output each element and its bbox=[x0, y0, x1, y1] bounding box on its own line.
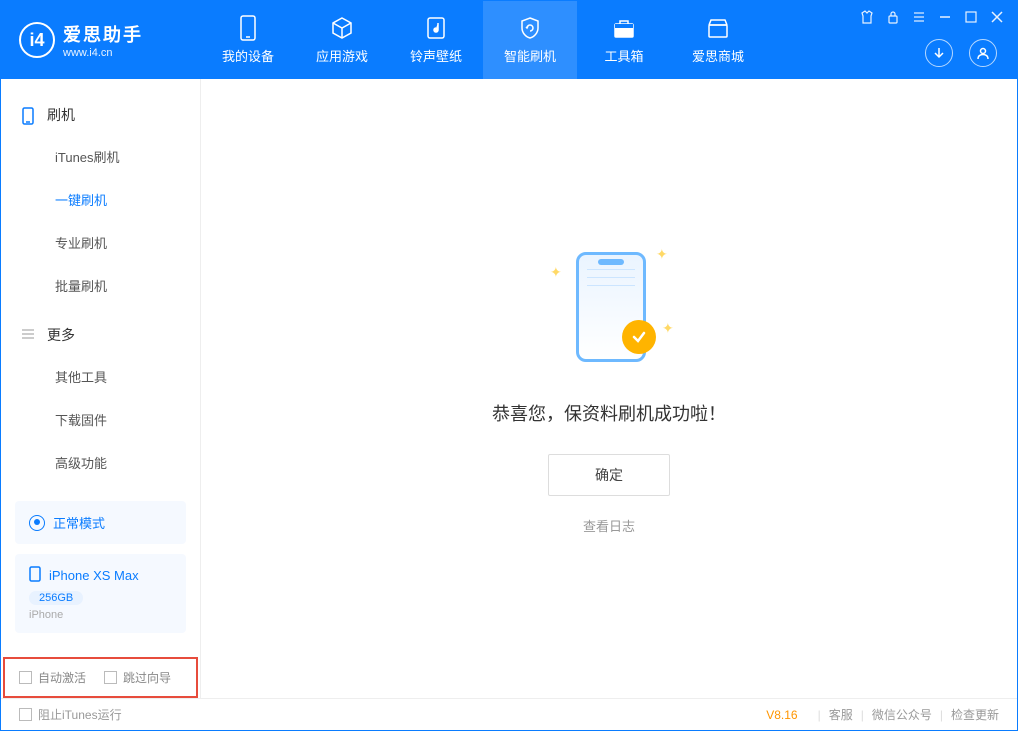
app-logo-icon: i4 bbox=[19, 22, 55, 58]
sidebar-item-itunes-flash[interactable]: iTunes刷机 bbox=[1, 135, 200, 178]
nav-store[interactable]: 爱思商城 bbox=[671, 1, 765, 79]
checkbox-auto-activate[interactable]: 自动激活 bbox=[19, 669, 86, 686]
music-file-icon bbox=[424, 16, 448, 40]
check-badge-icon bbox=[622, 320, 656, 354]
success-illustration: ✦ ✦ ✦ bbox=[544, 242, 674, 372]
user-button[interactable] bbox=[969, 39, 997, 67]
nav-label: 我的设备 bbox=[222, 46, 274, 65]
device-mode-card[interactable]: 正常模式 bbox=[15, 501, 186, 544]
status-bar: 阻止iTunes运行 V8.16 | 客服 | 微信公众号 | 检查更新 bbox=[1, 698, 1017, 730]
section-title: 刷机 bbox=[47, 105, 75, 125]
list-icon bbox=[21, 327, 37, 343]
nav-ringtones-wallpapers[interactable]: 铃声壁纸 bbox=[389, 1, 483, 79]
nav-label: 智能刷机 bbox=[504, 46, 556, 65]
window-controls bbox=[859, 9, 1005, 25]
cube-icon bbox=[330, 16, 354, 40]
success-message: 恭喜您，保资料刷机成功啦！ bbox=[492, 400, 726, 426]
nav-smart-flash[interactable]: 智能刷机 bbox=[483, 1, 577, 79]
device-name: iPhone XS Max bbox=[49, 568, 139, 583]
checkbox-skip-guide[interactable]: 跳过向导 bbox=[104, 669, 171, 686]
maximize-button[interactable] bbox=[963, 9, 979, 25]
sparkle-icon: ✦ bbox=[662, 320, 670, 328]
device-icon bbox=[236, 16, 260, 40]
nav-label: 铃声壁纸 bbox=[410, 46, 462, 65]
minimize-button[interactable] bbox=[937, 9, 953, 25]
device-info-card[interactable]: iPhone XS Max 256GB iPhone bbox=[15, 554, 186, 633]
main-content: ✦ ✦ ✦ 恭喜您，保资料刷机成功啦！ 确定 查看日志 bbox=[201, 79, 1017, 698]
nav-label: 爱思商城 bbox=[692, 46, 744, 65]
logo-area: i4 爱思助手 www.i4.cn bbox=[1, 21, 201, 59]
view-log-link[interactable]: 查看日志 bbox=[583, 516, 635, 535]
nav-tabs: 我的设备 应用游戏 铃声壁纸 智能刷机 工具箱 爱思商城 bbox=[201, 1, 765, 79]
sidebar: 刷机 iTunes刷机 一键刷机 专业刷机 批量刷机 更多 其他工具 下载固件 … bbox=[1, 79, 201, 698]
footer-link-support[interactable]: 客服 bbox=[829, 706, 853, 723]
lock-icon[interactable] bbox=[885, 9, 901, 25]
device-storage: 256GB bbox=[29, 591, 83, 605]
checkbox-label: 阻止iTunes运行 bbox=[38, 706, 122, 723]
toolbox-icon bbox=[612, 16, 636, 40]
store-icon bbox=[706, 16, 730, 40]
section-title: 更多 bbox=[47, 325, 75, 345]
sidebar-item-oneclick-flash[interactable]: 一键刷机 bbox=[1, 178, 200, 221]
nav-label: 工具箱 bbox=[604, 46, 643, 65]
sidebar-item-other-tools[interactable]: 其他工具 bbox=[1, 355, 200, 398]
checkbox-label: 自动激活 bbox=[38, 669, 86, 686]
sidebar-item-pro-flash[interactable]: 专业刷机 bbox=[1, 221, 200, 264]
sidebar-item-batch-flash[interactable]: 批量刷机 bbox=[1, 264, 200, 307]
mode-icon bbox=[29, 515, 45, 531]
sidebar-item-advanced[interactable]: 高级功能 bbox=[1, 441, 200, 484]
title-bar: i4 爱思助手 www.i4.cn 我的设备 应用游戏 铃声壁纸 智能刷机 工具… bbox=[1, 1, 1017, 79]
shirt-icon[interactable] bbox=[859, 9, 875, 25]
nav-label: 应用游戏 bbox=[316, 46, 368, 65]
sidebar-item-download-firmware[interactable]: 下载固件 bbox=[1, 398, 200, 441]
footer-link-update[interactable]: 检查更新 bbox=[951, 706, 999, 723]
sparkle-icon: ✦ bbox=[656, 246, 664, 254]
phone-small-icon bbox=[29, 566, 41, 585]
download-button[interactable] bbox=[925, 39, 953, 67]
refresh-shield-icon bbox=[518, 16, 542, 40]
footer-link-wechat[interactable]: 微信公众号 bbox=[872, 706, 932, 723]
ok-button[interactable]: 确定 bbox=[548, 454, 670, 496]
app-name: 爱思助手 bbox=[63, 21, 143, 47]
menu-icon[interactable] bbox=[911, 9, 927, 25]
mode-label: 正常模式 bbox=[53, 513, 105, 532]
nav-apps-games[interactable]: 应用游戏 bbox=[295, 1, 389, 79]
sidebar-section-flash: 刷机 bbox=[1, 95, 200, 135]
nav-toolbox[interactable]: 工具箱 bbox=[577, 1, 671, 79]
highlighted-checkbox-row: 自动激活 跳过向导 bbox=[3, 657, 198, 698]
app-url: www.i4.cn bbox=[63, 47, 143, 59]
sidebar-section-more: 更多 bbox=[1, 315, 200, 355]
close-button[interactable] bbox=[989, 9, 1005, 25]
phone-icon bbox=[21, 107, 37, 123]
checkbox-label: 跳过向导 bbox=[123, 669, 171, 686]
device-type: iPhone bbox=[29, 609, 172, 621]
version-label: V8.16 bbox=[766, 708, 797, 722]
nav-my-device[interactable]: 我的设备 bbox=[201, 1, 295, 79]
checkbox-block-itunes[interactable]: 阻止iTunes运行 bbox=[19, 706, 122, 723]
sparkle-icon: ✦ bbox=[550, 264, 558, 272]
